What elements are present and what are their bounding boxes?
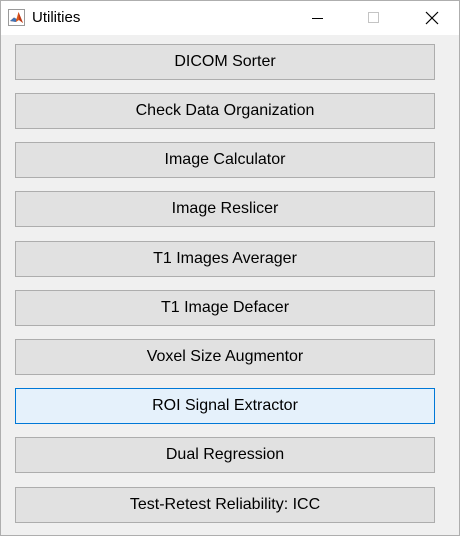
utilities-window: Utilities DICOM Sorter Check Data Organi… [0,0,460,536]
matlab-icon [8,9,25,26]
minimize-icon [312,18,323,19]
close-icon [425,11,439,25]
image-calculator-button[interactable]: Image Calculator [15,142,435,178]
button-panel: DICOM Sorter Check Data Organization Ima… [1,35,459,535]
image-reslicer-button[interactable]: Image Reslicer [15,191,435,227]
roi-signal-extractor-button[interactable]: ROI Signal Extractor [15,388,435,424]
maximize-button[interactable] [351,1,397,35]
t1-image-defacer-button[interactable]: T1 Image Defacer [15,290,435,326]
window-title: Utilities [32,9,81,26]
voxel-size-augmentor-button[interactable]: Voxel Size Augmentor [15,339,435,375]
minimize-button[interactable] [295,1,341,35]
t1-images-averager-button[interactable]: T1 Images Averager [15,241,435,277]
maximize-icon [368,12,379,23]
dual-regression-button[interactable]: Dual Regression [15,437,435,473]
title-bar[interactable]: Utilities [1,1,459,35]
test-retest-reliability-icc-button[interactable]: Test-Retest Reliability: ICC [15,487,435,523]
close-button[interactable] [409,1,455,35]
check-data-organization-button[interactable]: Check Data Organization [15,93,435,129]
dicom-sorter-button[interactable]: DICOM Sorter [15,44,435,80]
